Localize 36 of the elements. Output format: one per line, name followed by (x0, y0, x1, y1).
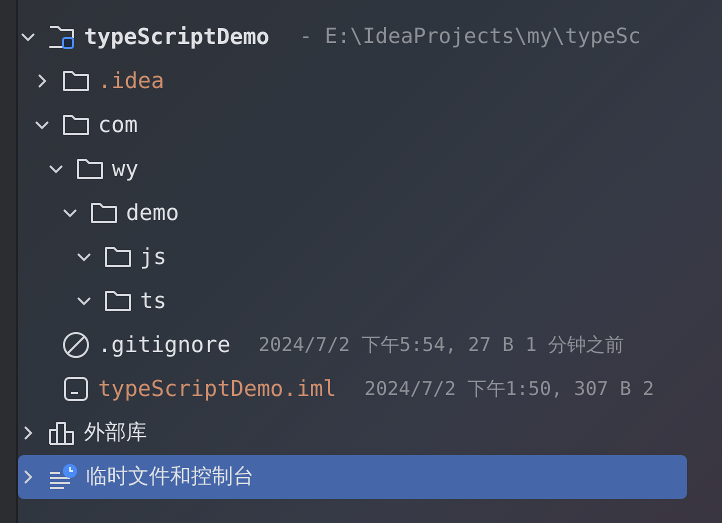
file-details: 2024/7/2 下午1:50, 307 B 2 (364, 376, 654, 402)
file-details: 2024/7/2 下午5:54, 27 B 1 分钟之前 (258, 332, 624, 358)
tree-row[interactable]: .idea (18, 59, 687, 103)
folder-icon (62, 69, 90, 93)
tree-row[interactable]: wy (18, 147, 687, 191)
tree-row[interactable]: demo (18, 191, 687, 235)
list-clock-icon (48, 463, 78, 491)
folder-icon (104, 289, 132, 313)
project-path: - E:\IdeaProjects\my\typeSc (299, 23, 641, 50)
bar-chart-icon (48, 420, 76, 446)
folder-icon (62, 113, 90, 137)
item-name: demo (126, 200, 179, 228)
tree-row[interactable]: typeScriptDemo.iml 2024/7/2 下午1:50, 307 B 2 (18, 367, 687, 411)
tree-row[interactable]: .gitignore 2024/7/2 下午5:54, 27 B 1 分钟之前 (18, 323, 687, 367)
item-name: js (140, 244, 166, 272)
folder-icon (90, 201, 118, 225)
tree-row[interactable]: ts (18, 279, 687, 323)
tree-row[interactable]: js (18, 235, 687, 279)
folder-icon (104, 245, 132, 269)
tree-row[interactable]: typeScriptDemo - E:\IdeaProjects\my\typeSc (18, 15, 687, 59)
no-entry-icon (62, 331, 90, 359)
folder-icon (48, 24, 76, 50)
item-name: ts (140, 288, 166, 316)
item-name: .idea (98, 68, 164, 96)
item-name: 临时文件和控制台 (86, 463, 254, 490)
project-name: typeScriptDemo (84, 24, 270, 52)
item-name: wy (112, 156, 138, 184)
selected-tree-row[interactable]: 临时文件和控制台 (18, 455, 687, 499)
item-name: .gitignore (98, 332, 230, 360)
tree-row[interactable]: com (18, 103, 687, 147)
tree-row[interactable]: 外部库 (18, 411, 687, 455)
item-name: 外部库 (84, 419, 147, 446)
folder-icon (76, 157, 104, 181)
item-name: com (98, 112, 138, 140)
item-name: typeScriptDemo.iml (98, 376, 336, 404)
file-icon (62, 376, 90, 402)
